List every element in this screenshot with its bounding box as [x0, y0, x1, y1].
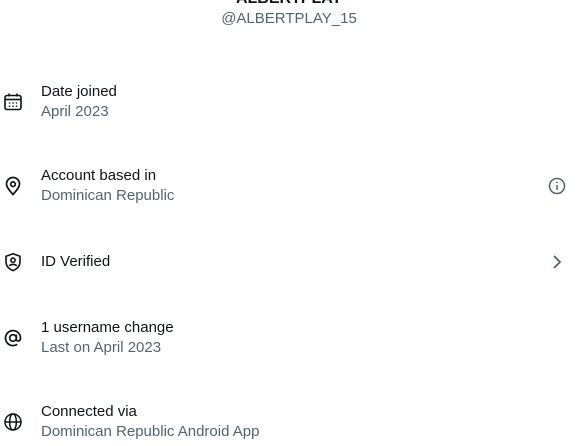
username-change-value: Last on April 2023: [41, 339, 162, 356]
account-based-in-label: Account based in: [41, 167, 157, 184]
id-verified-label: ID Verified: [41, 253, 111, 270]
profile-handle: @ALBERTPLAY_15: [221, 10, 357, 27]
profile-name: ALBERTPLAY: [0, 0, 578, 8]
chevron-right-icon[interactable]: [547, 252, 567, 272]
account-based-in-value: Dominican Republic: [41, 187, 175, 204]
at-sign-icon: [3, 328, 23, 348]
location-pin-icon: [3, 176, 23, 196]
about-account-page: ALBERTPLAY @ALBERTPLAY_15 Date joined Ap…: [0, 0, 578, 446]
connected-via-row: Connected via Dominican Republic Android…: [0, 402, 578, 446]
account-based-in-row: Account based in Dominican Republic: [0, 166, 578, 214]
connected-via-value: Dominican Republic Android App: [41, 423, 260, 440]
calendar-icon: [3, 92, 23, 112]
date-joined-label: Date joined: [41, 83, 117, 100]
username-change-row: 1 username change Last on April 2023: [0, 318, 578, 366]
id-verified-row[interactable]: ID Verified: [0, 238, 578, 286]
connected-via-label: Connected via: [41, 403, 137, 420]
info-icon[interactable]: [547, 176, 567, 196]
date-joined-value: April 2023: [41, 103, 109, 120]
globe-icon: [3, 412, 23, 432]
date-joined-row: Date joined April 2023: [0, 82, 578, 130]
username-change-label: 1 username change: [41, 319, 174, 336]
verified-shield-icon: [3, 252, 23, 272]
